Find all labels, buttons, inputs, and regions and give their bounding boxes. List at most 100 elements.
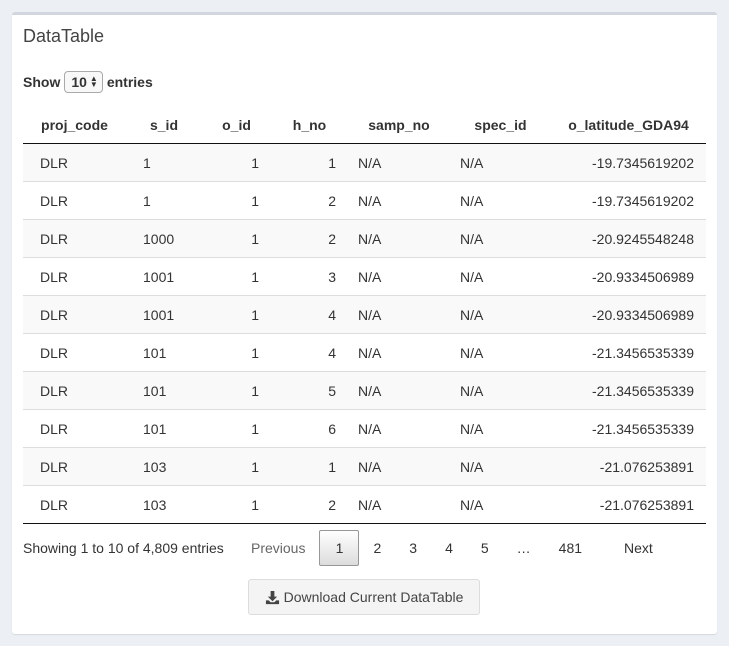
table-row[interactable]: DLR 101 1 4 N/A N/A -21.3456535339 [23,333,706,372]
table-cell: DLR [23,485,126,524]
pagination-ellipsis: … [516,540,531,556]
table-cell: 1 [126,143,202,182]
table-row[interactable]: DLR 1 1 1 N/A N/A -19.7345619202 [23,143,706,182]
table-cell: 103 [126,485,202,524]
table-cell: 1 [202,181,271,220]
table-cell: DLR [23,371,126,410]
table-cell: 1 [202,295,271,334]
table-cell: 4 [271,295,348,334]
table-cell: -21.076253891 [551,485,706,524]
download-button-label: Download Current DataTable [283,589,464,605]
table-row[interactable]: DLR 101 1 6 N/A N/A -21.3456535339 [23,409,706,448]
table-cell: N/A [450,257,551,296]
box-title: DataTable [23,26,105,46]
table-cell: DLR [23,409,126,448]
table-cell: DLR [23,219,126,258]
table-cell: -21.3456535339 [551,371,706,410]
table-cell: 2 [271,181,348,220]
table-cell: 6 [271,409,348,448]
download-button[interactable]: Download Current DataTable [248,579,480,615]
table-cell: DLR [23,181,126,220]
page-button-1[interactable]: 1 [319,530,360,566]
table-cell: N/A [348,143,450,182]
length-menu: Show 10 ▲ ▼ entries [23,71,153,93]
table-cell: DLR [23,143,126,182]
column-header-spec-id[interactable]: spec_id [450,107,551,144]
table-cell: N/A [450,447,551,486]
download-icon [265,590,280,605]
table-cell: 1 [202,447,271,486]
column-header-o-latitude[interactable]: o_latitude_GDA94 [551,107,706,144]
table-cell: 1 [202,219,271,258]
table-cell: N/A [450,371,551,410]
table-cell: 4 [271,333,348,372]
previous-button[interactable]: Previous [237,530,319,566]
table-row[interactable]: DLR 103 1 2 N/A N/A -21.076253891 [23,485,706,524]
table-cell: -20.9245548248 [551,219,706,258]
column-header-proj-code[interactable]: proj_code [23,107,126,144]
table-cell: 101 [126,409,202,448]
page-button-2[interactable]: 2 [359,530,395,566]
page-button-5[interactable]: 5 [467,530,503,566]
table-cell: 103 [126,447,202,486]
table-cell: N/A [348,295,450,334]
table-cell: 1 [202,143,271,182]
length-suffix: entries [106,74,153,90]
select-updown-icon: ▲ ▼ [89,74,98,89]
entries-select-value: 10 [71,74,87,90]
table-cell: -21.076253891 [551,447,706,486]
entries-select[interactable]: 10 ▲ ▼ [64,71,103,93]
column-header-h-no[interactable]: h_no [271,107,348,144]
table-cell: N/A [348,219,450,258]
table-cell: -20.9334506989 [551,295,706,334]
table-cell: N/A [348,409,450,448]
table-cell: 5 [271,371,348,410]
table-cell: 1 [202,371,271,410]
table-cell: DLR [23,333,126,372]
data-table: proj_code s_id o_id h_no samp_no spec_id… [23,107,706,524]
table-cell: N/A [348,181,450,220]
table-info: Showing 1 to 10 of 4,809 entries [23,540,224,556]
column-header-o-id[interactable]: o_id [202,107,271,144]
table-cell: N/A [450,295,551,334]
table-cell: N/A [348,333,450,372]
table-cell: 1 [202,409,271,448]
page-button-last[interactable]: 481 [545,530,596,566]
table-cell: 1 [202,485,271,524]
table-row[interactable]: DLR 103 1 1 N/A N/A -21.076253891 [23,447,706,486]
table-cell: 101 [126,371,202,410]
table-cell: 1 [202,333,271,372]
column-header-s-id[interactable]: s_id [126,107,202,144]
table-cell: N/A [348,447,450,486]
table-cell: N/A [348,371,450,410]
table-cell: N/A [450,333,551,372]
table-row[interactable]: DLR 101 1 5 N/A N/A -21.3456535339 [23,371,706,410]
table-row[interactable]: DLR 1 1 2 N/A N/A -19.7345619202 [23,181,706,220]
table-row[interactable]: DLR 1001 1 3 N/A N/A -20.9334506989 [23,257,706,296]
table-cell: 1000 [126,219,202,258]
table-cell: 1 [271,143,348,182]
table-cell: -19.7345619202 [551,143,706,182]
table-cell: 1 [202,257,271,296]
table-cell: N/A [348,485,450,524]
table-cell: N/A [450,181,551,220]
table-cell: 2 [271,485,348,524]
table-cell: -21.3456535339 [551,333,706,372]
table-cell: DLR [23,447,126,486]
table-row[interactable]: DLR 1001 1 4 N/A N/A -20.9334506989 [23,295,706,334]
table-cell: N/A [450,143,551,182]
page-button-4[interactable]: 4 [431,530,467,566]
table-cell: N/A [450,409,551,448]
column-header-samp-no[interactable]: samp_no [348,107,450,144]
table-row[interactable]: DLR 1000 1 2 N/A N/A -20.9245548248 [23,219,706,258]
pagination: Previous 1 2 3 4 5 … 481 Next [237,530,665,566]
table-cell: -19.7345619202 [551,181,706,220]
table-cell: N/A [450,485,551,524]
next-button[interactable]: Next [596,530,665,566]
page-button-3[interactable]: 3 [395,530,431,566]
table-cell: 101 [126,333,202,372]
table-cell: 1 [126,181,202,220]
table-body: DLR 1 1 1 N/A N/A -19.7345619202 DLR 1 1 2 N/A N/A -1… [23,143,706,524]
datatable-box: DataTable Show 10 ▲ ▼ entries proj_code s… [12,12,717,634]
table-cell: 1001 [126,295,202,334]
